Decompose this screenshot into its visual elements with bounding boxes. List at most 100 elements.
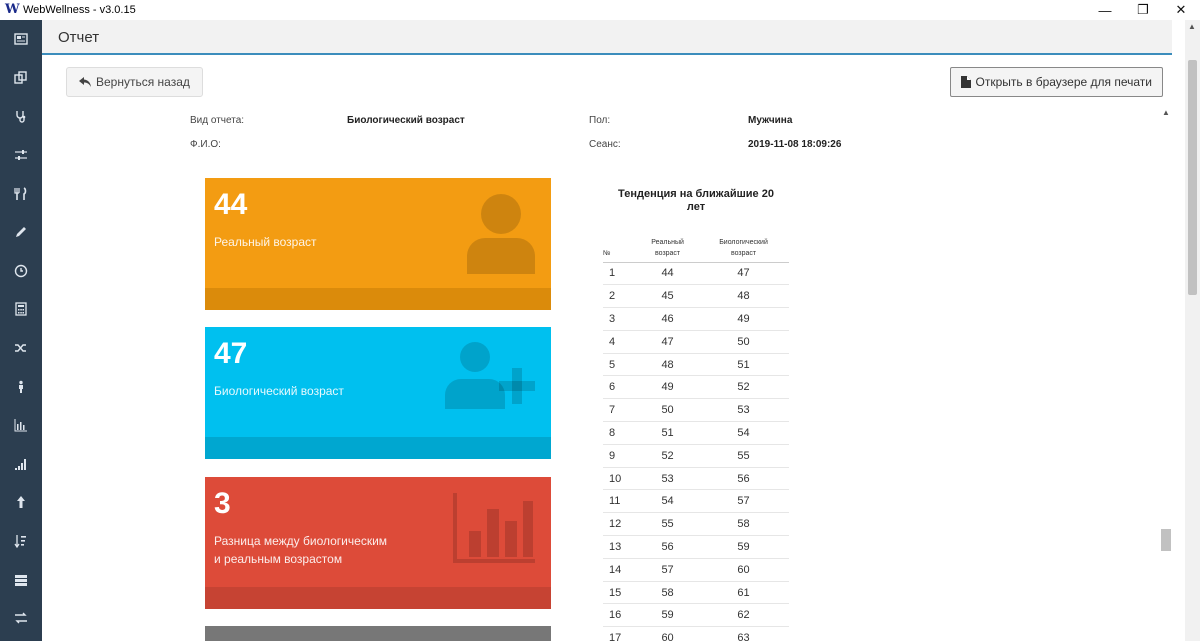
bar-chart-icon — [453, 493, 535, 563]
sidebar-item-random[interactable] — [0, 329, 42, 368]
signal-icon — [15, 458, 26, 470]
sidebar-item-stats[interactable] — [0, 406, 42, 445]
cell-bio: 53 — [698, 398, 789, 423]
column-bio-age-line2: возраст — [730, 249, 757, 257]
cell-real: 50 — [637, 398, 699, 423]
cell-bio: 52 — [698, 375, 789, 400]
table-row: 6 49 52 — [603, 375, 789, 400]
table-row: 3 46 49 — [603, 307, 789, 331]
sidebar-item-edit[interactable] — [0, 213, 42, 252]
copy-icon — [14, 71, 27, 84]
cell-bio: 48 — [698, 284, 789, 309]
report-scrollbar-thumb[interactable] — [1161, 529, 1171, 551]
page-title: Отчет — [58, 29, 100, 46]
cell-real: 59 — [637, 603, 699, 628]
sidebar-item-diagnostics[interactable] — [0, 97, 42, 136]
user-plus-icon — [445, 342, 535, 409]
scrollbar-thumb[interactable] — [1188, 60, 1197, 295]
app-title: WebWellness - v3.0.15 — [23, 4, 136, 16]
bio-age-label: Биологический возраст — [214, 384, 344, 398]
age-difference-label-line1: Разница между биологическим — [214, 534, 388, 548]
cell-bio: 55 — [698, 444, 789, 468]
column-bio-age-line1: Биологический — [719, 238, 768, 246]
table-row: 8 51 54 — [603, 421, 789, 445]
table-row: 14 57 60 — [603, 558, 789, 582]
cell-bio: 61 — [698, 581, 789, 605]
sidebar-item-nutrition[interactable] — [0, 174, 42, 213]
real-age-footer — [205, 288, 551, 310]
stethoscope-icon — [16, 111, 26, 124]
cell-bio: 49 — [698, 307, 789, 331]
cell-no: 14 — [603, 558, 638, 582]
sidebar-item-server[interactable] — [0, 560, 42, 599]
cell-real: 47 — [637, 330, 699, 354]
table-row: 11 54 57 — [603, 489, 789, 514]
age-difference-footer — [205, 587, 551, 609]
sidebar-item-exchange[interactable] — [0, 599, 42, 638]
sidebar-item-history[interactable] — [0, 252, 42, 291]
app-logo-icon: W — [5, 2, 20, 17]
cell-bio: 60 — [698, 558, 789, 582]
table-row: 16 59 62 — [603, 603, 789, 628]
cell-no: 4 — [603, 330, 638, 354]
sidebar-item-body[interactable] — [0, 367, 42, 406]
cell-no: 9 — [603, 444, 638, 468]
page-header: Отчет — [42, 20, 1172, 55]
back-button-label: Вернуться назад — [96, 75, 190, 89]
clock-icon — [14, 264, 28, 278]
file-icon — [960, 76, 971, 88]
cell-real: 56 — [637, 535, 699, 559]
sidebar-item-settings[interactable] — [0, 136, 42, 175]
back-button[interactable]: Вернуться назад — [66, 67, 203, 97]
cell-real: 52 — [637, 444, 699, 468]
report-scroll-up-arrow-icon[interactable]: ▲ — [1162, 108, 1170, 117]
cell-bio: 62 — [698, 603, 789, 628]
trend-table-body: 1 44 47 2 45 48 3 46 49 4 47 50 5 48 51 6 49 52 7 50 53 8 51 54… — [603, 262, 789, 641]
print-button[interactable]: Открыть в браузере для печати — [949, 67, 1163, 97]
calculator-icon — [15, 302, 27, 317]
print-button-label: Открыть в браузере для печати — [975, 75, 1152, 89]
cell-real: 54 — [637, 489, 699, 514]
bar-chart-icon — [14, 419, 27, 432]
column-real-age-line2: возраст — [654, 249, 681, 257]
close-button[interactable]: ✕ — [1162, 0, 1200, 20]
sort-numeric-icon — [14, 535, 26, 549]
cell-real: 45 — [637, 284, 699, 309]
cell-no: 3 — [603, 307, 638, 331]
scroll-up-arrow-icon[interactable]: ▲ — [1188, 22, 1196, 31]
sidebar-item-sort[interactable] — [0, 522, 42, 561]
cell-no: 7 — [603, 398, 638, 423]
sidebar-item-news[interactable] — [0, 20, 42, 59]
cell-no: 2 — [603, 284, 638, 309]
newspaper-icon — [14, 33, 28, 45]
restore-button[interactable]: ❐ — [1124, 0, 1162, 20]
sidebar-item-upload[interactable] — [0, 483, 42, 522]
age-difference-label: Разница между биологическим и реальным в… — [214, 532, 387, 568]
real-age-box: 44 Реальный возраст — [205, 178, 551, 310]
sidebar-item-calculator[interactable] — [0, 290, 42, 329]
session-value: 2019-11-08 18:09:26 — [748, 139, 842, 150]
window-scrollbar[interactable]: ▲ — [1185, 20, 1200, 641]
sidebar-item-copy[interactable] — [0, 59, 42, 98]
column-real-age-line1: Реальный — [651, 238, 684, 246]
cell-bio: 59 — [698, 535, 789, 559]
child-icon — [19, 380, 23, 393]
cell-no: 11 — [603, 489, 638, 514]
report-content: Вернуться назад Открыть в браузере для п… — [55, 58, 1173, 641]
gender-label: Пол: — [589, 115, 611, 126]
cell-real: 53 — [637, 467, 699, 491]
cell-real: 58 — [637, 581, 699, 605]
table-row: 15 58 61 — [603, 581, 789, 605]
report-scrollbar[interactable]: ▲ — [1159, 106, 1173, 641]
column-real-age: Реальный возраст — [637, 228, 699, 263]
age-difference-box: 3 Разница между биологическим и реальным… — [205, 477, 551, 609]
shuffle-icon — [15, 344, 26, 352]
cell-bio: 58 — [698, 512, 789, 537]
server-icon — [15, 574, 27, 586]
cell-no: 8 — [603, 421, 638, 445]
minimize-button[interactable]: — — [1086, 0, 1124, 20]
cell-real: 60 — [637, 626, 699, 641]
trend-title-line2: лет — [686, 201, 706, 213]
sidebar-item-signal[interactable] — [0, 445, 42, 484]
cell-real: 57 — [637, 558, 699, 582]
